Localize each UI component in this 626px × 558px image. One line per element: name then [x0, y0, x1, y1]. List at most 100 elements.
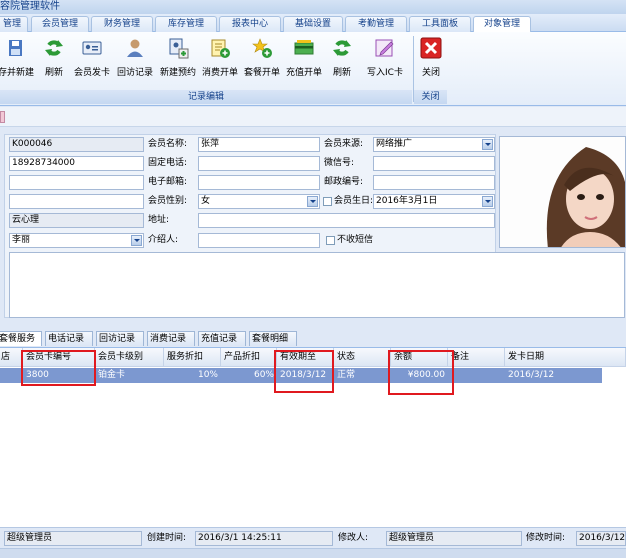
document-tab-marker [0, 111, 5, 123]
group-label-close: 关闭 [414, 90, 447, 104]
created-label: 创建时间: [147, 533, 187, 543]
column-header-product-discount[interactable]: 产品折扣 [221, 348, 277, 367]
store-field[interactable]: 云心理 [9, 213, 144, 228]
refresh-button[interactable]: 刷新 [40, 35, 68, 85]
write-ic-card-button[interactable]: 写入IC卡 [360, 35, 410, 85]
column-header-service-discount[interactable]: 服务折扣 [164, 348, 221, 367]
save-new-button[interactable]: 存并新建 [0, 35, 38, 85]
zip-field[interactable] [373, 175, 495, 190]
modified-label: 修改时间: [526, 533, 566, 543]
birthday-select[interactable]: 2016年3月1日 [373, 194, 495, 209]
highlight-card-no [21, 350, 96, 386]
modifier-field: 超级管理员 [386, 531, 522, 546]
new-appointment-icon [169, 38, 189, 59]
column-header-store[interactable]: 店 [0, 348, 23, 367]
tab-attendance[interactable]: 考勤管理 [345, 16, 407, 32]
main-menu: 管理 会员管理 财务管理 库存管理 报表中心 基础设置 考勤管理 工具面板 对象… [0, 14, 626, 33]
refresh-icon [45, 40, 63, 56]
referrer-field[interactable] [198, 233, 320, 248]
blank-field-1[interactable] [9, 175, 144, 190]
tab-tools[interactable]: 工具面板 [409, 16, 471, 32]
chevron-down-icon[interactable] [307, 196, 318, 207]
mobile-phone-field[interactable]: 18928734000 [9, 156, 144, 171]
column-header-card-level[interactable]: 会员卡级别 [95, 348, 164, 367]
column-header-issue-date[interactable]: 发卡日期 [505, 348, 626, 367]
close-button[interactable]: 关闭 [418, 35, 444, 85]
window-title: 容院管理软件 [0, 0, 626, 14]
no-sms-checkbox[interactable] [326, 236, 335, 245]
source-label: 会员来源: [324, 139, 364, 149]
chevron-down-icon[interactable] [482, 139, 493, 150]
cell-product-discount: 60% [253, 370, 274, 380]
cell-issue-date: 2016/3/12 [508, 370, 555, 380]
address-field[interactable] [198, 213, 495, 228]
remarks-textarea[interactable] [9, 252, 625, 318]
wechat-label: 微信号: [324, 158, 355, 168]
zip-label: 邮政编号: [324, 177, 364, 187]
ribbon-toolbar: 存并新建 刷新 会员发卡 回访记录 新建预约 消费开单 套餐开单 充值开单 刷新… [0, 32, 626, 106]
name-label: 会员名称: [148, 139, 188, 149]
column-header-remark[interactable]: 备注 [448, 348, 505, 367]
tab-reports[interactable]: 报表中心 [219, 16, 281, 32]
member-photo [499, 136, 626, 248]
cell-remark [448, 368, 505, 383]
tab-recharge-records[interactable]: 充值记录 [198, 331, 246, 346]
highlight-balance [388, 350, 454, 395]
refresh-button-2[interactable]: 刷新 [328, 35, 356, 85]
gender-select[interactable]: 女 [198, 194, 320, 209]
package-order-icon [252, 38, 272, 58]
window-bottom-bar [0, 548, 626, 558]
member-no-field[interactable]: K000046 [9, 137, 144, 152]
name-field[interactable]: 张萍 [198, 137, 320, 152]
chevron-down-icon[interactable] [482, 196, 493, 207]
tab-inventory[interactable]: 库存管理 [155, 16, 217, 32]
package-order-button[interactable]: 套餐开单 [242, 35, 282, 85]
recharge-order-button[interactable]: 充值开单 [284, 35, 324, 85]
record-tabs: 套餐服务 电话记录 回访记录 消费记录 充值记录 套餐明细 [0, 330, 626, 347]
source-select[interactable]: 网络推广 [373, 137, 495, 152]
tab-package-details[interactable]: 套餐明细 [249, 331, 297, 346]
tel-label: 固定电话: [148, 158, 188, 168]
cell-status: 正常 [337, 370, 356, 380]
birthday-checkbox[interactable] [323, 197, 332, 206]
created-time-field: 2016/3/1 14:25:11 [195, 531, 333, 546]
refresh-icon [333, 40, 351, 56]
source-value: 网络推广 [376, 139, 413, 149]
highlight-valid-until [274, 350, 334, 393]
tab-object-management[interactable]: 对象管理 [473, 16, 531, 33]
column-header-status[interactable]: 状态 [334, 348, 391, 367]
member-card-table: 店 会员卡编号 会员卡级别 服务折扣 产品折扣 有效期至 状态 余额 备注 发卡… [0, 347, 626, 527]
tab-consume-records[interactable]: 消费记录 [147, 331, 195, 346]
tab-finance[interactable]: 财务管理 [91, 16, 153, 32]
tab-package-service[interactable]: 套餐服务 [0, 331, 42, 346]
tab-visit-records[interactable]: 回访记录 [96, 331, 144, 346]
cell-service-discount: 10% [197, 370, 218, 380]
tab-member-management[interactable]: 会员管理 [31, 16, 89, 32]
document-tab-strip [0, 107, 626, 127]
tab-management[interactable]: 管理 [0, 16, 28, 32]
creator-field: 超级管理员 [4, 531, 142, 546]
blank-field-2[interactable] [9, 194, 144, 209]
save-new-icon [9, 40, 22, 56]
tab-phone-records[interactable]: 电话记录 [45, 331, 93, 346]
write-card-icon [375, 39, 394, 57]
email-label: 电子邮箱: [148, 177, 188, 187]
modifier-label: 修改人: [338, 533, 369, 543]
tel-field[interactable] [198, 156, 320, 171]
staff-select[interactable]: 李丽 [9, 233, 144, 248]
consume-order-button[interactable]: 消费开单 [200, 35, 240, 85]
visit-record-button[interactable]: 回访记录 [114, 35, 156, 85]
no-sms-label: 不收短信 [337, 235, 374, 245]
wechat-field[interactable] [373, 156, 495, 171]
recharge-order-icon [294, 40, 314, 55]
birthday-label: 会员生日: [334, 196, 374, 206]
record-status-bar: 超级管理员 创建时间: 2016/3/1 14:25:11 修改人: 超级管理员… [0, 527, 626, 548]
tab-basic-settings[interactable]: 基础设置 [283, 16, 343, 32]
close-icon [420, 37, 442, 59]
cell-card-level: 铂金卡 [98, 370, 126, 380]
issue-card-button[interactable]: 会员发卡 [71, 35, 113, 85]
chevron-down-icon[interactable] [131, 235, 142, 246]
new-appointment-button[interactable]: 新建预约 [157, 35, 199, 85]
staff-value: 李丽 [12, 235, 31, 245]
email-field[interactable] [198, 175, 320, 190]
